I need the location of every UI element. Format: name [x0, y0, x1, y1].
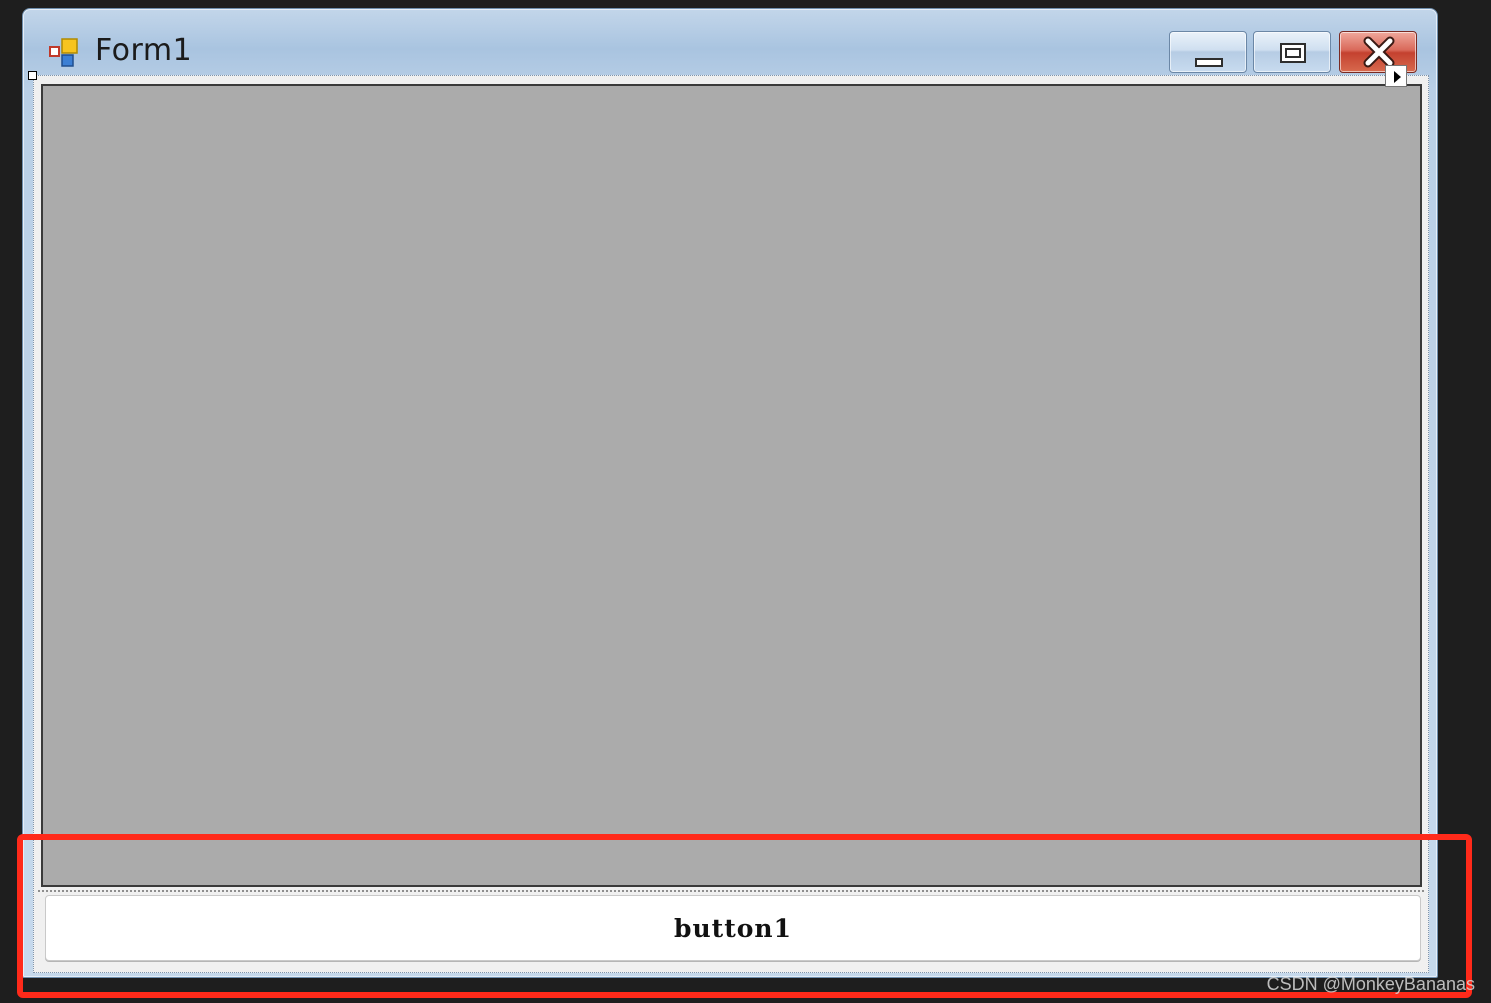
minimize-icon	[1195, 58, 1223, 67]
maximize-icon	[1280, 43, 1306, 63]
dock-separator	[38, 890, 1424, 892]
panel-control[interactable]	[41, 84, 1422, 887]
watermark: CSDN @MonkeyBananas	[1266, 974, 1475, 994]
button1-control[interactable]: button1	[45, 895, 1421, 961]
smart-tag-arrow-icon	[1394, 71, 1401, 83]
maximize-button[interactable]	[1253, 31, 1331, 73]
form-window: Form1 button1	[22, 8, 1438, 978]
form-client-area[interactable]: button1	[33, 75, 1429, 973]
title-bar[interactable]: Form1	[23, 9, 1437, 79]
form-icon	[49, 38, 81, 70]
selection-grab-handle[interactable]	[28, 71, 37, 80]
screenshot-stage: Form1 button1 CSDN @MonkeyBananas	[0, 0, 1491, 1003]
window-title: Form1	[95, 33, 193, 68]
minimize-button[interactable]	[1169, 31, 1247, 73]
smart-tag-button[interactable]	[1385, 65, 1407, 87]
